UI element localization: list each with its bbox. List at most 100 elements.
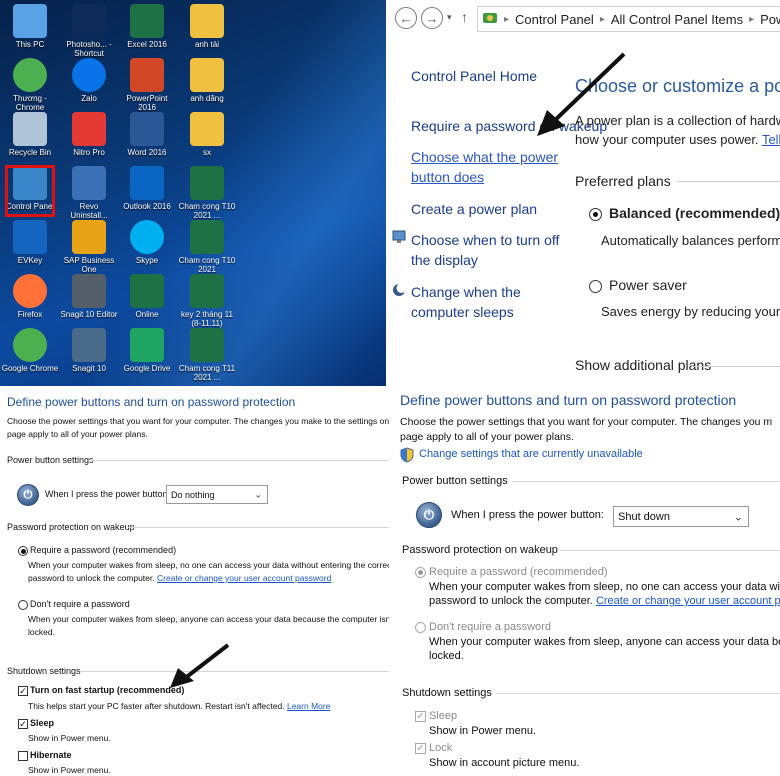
- recycle-bin-icon: [13, 112, 47, 146]
- desktop-icon-label: anh dăng: [190, 94, 224, 103]
- desktop-icon[interactable]: Nitro Pro: [60, 112, 118, 166]
- desktop-icon[interactable]: PowerPoint 2016: [118, 58, 176, 112]
- desktop-icon-label: Excel 2016: [127, 40, 167, 49]
- desktop-icon[interactable]: Zalo: [60, 58, 118, 112]
- desktop-icon[interactable]: Online: [118, 274, 176, 328]
- balanced-plan-label[interactable]: Balanced (recommended): [609, 204, 780, 222]
- breadcrumb-all-items[interactable]: All Control Panel Items: [611, 12, 743, 27]
- desktop-icon[interactable]: anh tải: [178, 4, 236, 58]
- require-password-radio[interactable]: [18, 546, 28, 556]
- desktop-icon[interactable]: Firefox: [1, 274, 59, 328]
- desktop-icon[interactable]: SAP Business One: [60, 220, 118, 274]
- fast-startup-label[interactable]: Turn on fast startup (recommended): [30, 685, 184, 695]
- hibernate-desc: Show in Power menu.: [28, 765, 111, 775]
- section-divider: [560, 550, 780, 551]
- require-password-label[interactable]: Require a password (recommended): [30, 545, 176, 555]
- nitro-icon: [72, 112, 106, 146]
- desktop-icon[interactable]: Google Drive: [118, 328, 176, 382]
- address-bar[interactable]: ▸ Control Panel ▸ All Control Panel Item…: [477, 6, 780, 32]
- breadcrumb-control-panel[interactable]: Control Panel: [515, 12, 594, 27]
- chevron-down-icon: ⌄: [254, 489, 262, 499]
- desktop-icon-label: Cham cong T10 2021 ...: [178, 202, 236, 220]
- outlook-icon: [130, 166, 164, 200]
- power-button-dropdown[interactable]: Do nothing ⌄: [166, 485, 268, 504]
- sidebar-control-panel-home[interactable]: Control Panel Home: [411, 66, 537, 86]
- desktop-icon[interactable]: Excel 2016: [118, 4, 176, 58]
- tell-me-more-link[interactable]: Tell me more: [762, 132, 780, 147]
- desktop-icon[interactable]: This PC: [1, 4, 59, 58]
- desktop-icon[interactable]: Word 2016: [118, 112, 176, 166]
- zalo-icon: [72, 58, 106, 92]
- desktop-icon[interactable]: Cham cong T11 2021 ...: [178, 328, 236, 382]
- sidebar-item-computer-sleeps[interactable]: Change when the computer sleeps: [411, 282, 561, 322]
- powerpoint-icon: [130, 58, 164, 92]
- control-panel-small-icon: [482, 10, 498, 29]
- dont-require-password-radio[interactable]: [18, 600, 28, 610]
- section-divider: [691, 366, 780, 367]
- hibernate-checkbox[interactable]: [18, 751, 28, 761]
- dont-require-password-label: Don't require a password: [429, 621, 551, 633]
- desktop-icon[interactable]: EVKey: [1, 220, 59, 274]
- lock-checkbox: ✓: [415, 743, 426, 754]
- hibernate-label[interactable]: Hibernate: [30, 750, 72, 760]
- sidebar-item-power-button[interactable]: Choose what the power button does: [411, 147, 561, 187]
- desktop-icon[interactable]: Thương - Chrome: [1, 58, 59, 112]
- sleep-desc: Show in Power menu.: [28, 733, 111, 743]
- show-additional-plans[interactable]: Show additional plans: [575, 356, 711, 374]
- recent-pages-chevron-icon[interactable]: ▾: [447, 12, 452, 23]
- sleep-desc: Show in Power menu.: [429, 725, 536, 737]
- desktop-icon[interactable]: sx: [178, 112, 236, 166]
- desktop-icon[interactable]: Outlook 2016: [118, 166, 176, 220]
- power-button-dropdown-value: Shut down: [618, 510, 670, 523]
- excel-icon: [130, 4, 164, 38]
- up-arrow-icon[interactable]: ↑: [461, 9, 468, 25]
- excel-file-icon: [190, 328, 224, 362]
- dont-require-password-label[interactable]: Don't require a password: [30, 599, 130, 609]
- excel-file-icon: [190, 220, 224, 254]
- sidebar-item-create-plan[interactable]: Create a power plan: [411, 199, 537, 219]
- sleep-checkbox[interactable]: ✓: [18, 719, 28, 729]
- power-icon: ⏻: [416, 502, 442, 528]
- desktop-icon[interactable]: Recycle Bin: [1, 112, 59, 166]
- sleep-label[interactable]: Sleep: [30, 718, 54, 728]
- section-divider: [128, 527, 389, 528]
- chrome-icon: [13, 58, 47, 92]
- dont-require-desc: When your computer wakes from sleep, any…: [28, 614, 389, 624]
- balanced-plan-radio[interactable]: [589, 208, 602, 221]
- forward-button[interactable]: →: [421, 7, 443, 29]
- desktop-icon[interactable]: Snagit 10: [60, 328, 118, 382]
- intro-text-line-2: how your computer uses power. Tell me mo…: [575, 131, 780, 149]
- desktop-icon-label: Outlook 2016: [123, 202, 171, 211]
- evkey-icon: [13, 220, 47, 254]
- preferred-plans-label: Preferred plans: [575, 173, 671, 189]
- breadcrumb-power-options[interactable]: Power Options: [760, 12, 780, 27]
- desktop-icon[interactable]: Revo Uninstall...: [60, 166, 118, 220]
- desktop-icon-label: key 2 tháng 11 (8-11.11): [181, 310, 233, 328]
- power-saver-label[interactable]: Power saver: [609, 276, 687, 294]
- create-password-link[interactable]: Create or change your user account passw…: [157, 573, 331, 583]
- require-desc-text: password to unlock the computer.: [429, 595, 593, 607]
- desktop-icon-label: Recycle Bin: [8, 148, 52, 157]
- desktop-icon[interactable]: key 2 tháng 11 (8-11.11): [178, 274, 236, 328]
- control-panel-window: ← → ▾ ↑ ▸ Control Panel ▸ All Control Pa…: [389, 0, 780, 386]
- fast-startup-checkbox[interactable]: ✓: [18, 686, 28, 696]
- desktop-icon[interactable]: Snagit 10 Editor: [60, 274, 118, 328]
- desktop-icon[interactable]: Google Chrome: [1, 328, 59, 382]
- power-saver-radio[interactable]: [589, 280, 602, 293]
- desktop-icon[interactable]: anh dăng: [178, 58, 236, 112]
- create-password-link[interactable]: Create or change your user account pas: [596, 595, 780, 607]
- sidebar-item-turn-off-display[interactable]: Choose when to turn off the display: [411, 230, 561, 270]
- desktop-icon[interactable]: Skype: [118, 220, 176, 274]
- intro-text: Choose the power settings that you want …: [7, 416, 389, 426]
- change-unavailable-settings-link[interactable]: Change settings that are currently unava…: [419, 448, 643, 460]
- desktop-icon[interactable]: Photosho... - Shortcut: [60, 4, 118, 58]
- revo-icon: [72, 166, 106, 200]
- power-button-dropdown[interactable]: Shut down ⌄: [613, 506, 749, 527]
- firefox-icon: [13, 274, 47, 308]
- desktop-icon[interactable]: Cham cong T10 2021: [178, 220, 236, 274]
- learn-more-link[interactable]: Learn More: [287, 701, 330, 711]
- snagit-editor-icon: [72, 274, 106, 308]
- desktop-icon[interactable]: Cham cong T10 2021 ...: [178, 166, 236, 220]
- back-button[interactable]: ←: [395, 7, 417, 29]
- desktop-icon-label: SAP Business One: [63, 256, 115, 274]
